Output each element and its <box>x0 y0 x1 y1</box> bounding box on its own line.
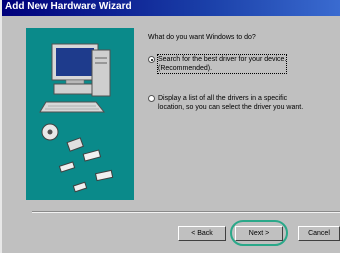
option-display-list-line1: Display a list of all the drivers in a s… <box>158 95 288 102</box>
option-display-list-line2: location, so you can select the driver y… <box>158 104 304 111</box>
next-button[interactable]: Next > <box>235 226 283 241</box>
wizard-illustration <box>26 28 134 200</box>
option-display-list-label[interactable]: Display a list of all the drivers in a s… <box>158 94 303 112</box>
option-search-line2: (Recommended). <box>158 65 213 72</box>
wizard-window: Add New Hardware Wizard What do you want… <box>0 0 340 253</box>
wizard-prompt: What do you want Windows to do? <box>148 34 256 41</box>
option-search-line1: Search for the best driver for your devi… <box>158 56 287 63</box>
option-search-label[interactable]: Search for the best driver for your devi… <box>156 54 288 74</box>
cancel-button[interactable]: Cancel <box>298 226 340 241</box>
button-separator <box>32 211 340 213</box>
option-search-radio[interactable] <box>148 56 155 63</box>
option-display-list-radio[interactable] <box>148 95 155 102</box>
back-button[interactable]: < Back <box>178 226 226 241</box>
title-bar[interactable]: Add New Hardware Wizard <box>2 0 340 16</box>
window-title: Add New Hardware Wizard <box>5 1 132 12</box>
